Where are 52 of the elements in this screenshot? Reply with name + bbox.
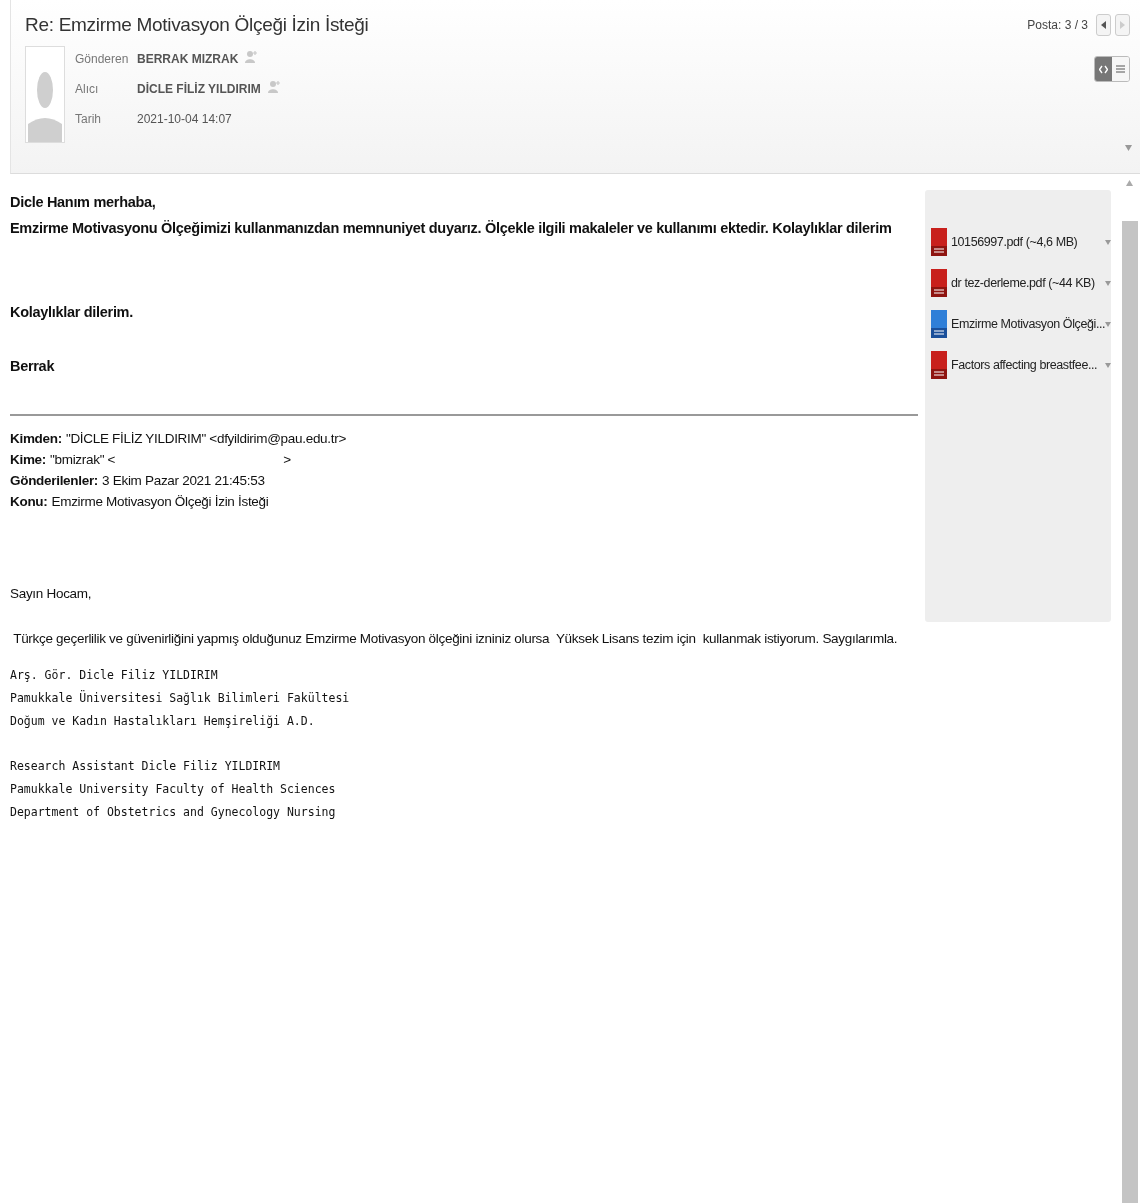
signature-text: Berrak [10,358,56,374]
expand-icon[interactable] [1125,145,1132,151]
add-contact-icon[interactable] [266,80,281,94]
field-label: Gönderen [75,51,130,66]
quoted-greeting: Sayın Hocam, [10,586,93,601]
field-label: Tarih [75,111,102,126]
attachment-link[interactable]: dr tez-derleme.pdf (~44 KB) [951,276,1101,290]
field-value: DİCLE FİLİZ YILDIRIM [137,81,261,96]
dropdown-icon[interactable] [1105,239,1111,245]
quoted-header-value: 3 Ekim Pazar 2021 21:45:53 [102,472,265,490]
attachment-link[interactable]: Factors affecting breastfee... [951,358,1101,372]
field-value: 2021-10-04 14:07 [137,111,232,126]
quoted-header-label: Kimden: [10,430,62,448]
dropdown-icon[interactable] [1105,280,1111,286]
signature-line: Pamukkale University Faculty of Health Sciences [10,781,337,798]
signature-line: Research Assistant Dicle Filiz YILDIRIM [10,758,282,775]
code-icon [1099,64,1108,74]
html-view-button[interactable] [1095,57,1112,81]
previous-button[interactable] [1096,14,1111,36]
quoted-header-value: > [283,451,291,469]
pdf-file-icon [931,351,947,379]
lines-icon [1116,64,1125,74]
message-text: Emzirme Motivasyonu Ölçeğimizi kullanmanızdan memnuniyet duyarız. Ölçekle ilgili makaleler ve kullanımı ektedir. Kolaylıklar dilerim [10,220,893,236]
dropdown-icon[interactable] [1105,321,1111,327]
quoted-header-value: Emzirme Motivasyon Ölçeği İzin İsteği [51,493,269,511]
dropdown-icon[interactable] [1105,362,1111,368]
field-value: BERRAK MIZRAK [137,51,239,66]
left-triangle-icon [1101,21,1106,29]
quoted-header-label: Konu: [10,493,48,511]
signature-line: Arş. Gör. Dicle Filiz YILDIRIM [10,667,219,684]
quoted-header-label: Gönderilenler: [10,472,99,490]
quoted-message: Türkçe geçerlilik ve güvenirliğini yapmış olduğunuz Emzirme Motivasyon ölçeğini izniniz olursa Yüksek Lisans tezim için kullanmak istiyorum. Saygılarımla. [12,631,899,646]
document-file-icon [931,310,947,338]
pdf-file-icon [931,269,947,297]
pdf-file-icon [931,228,947,256]
quoted-header-value: "bmizrak" < [50,451,116,469]
quoted-header-value: "DİCLE FİLİZ YILDIRIM" <dfyildirim@pau.edu.tr> [65,430,346,448]
field-label: Alıcı [75,81,100,96]
right-triangle-icon [1120,21,1125,29]
message-counter: Posta: 3 / 3 [1027,18,1088,32]
attachment-link[interactable]: 10156997.pdf (~4,6 MB) [951,235,1101,249]
signature-line: Pamukkale Üniversitesi Sağlık Bilimleri Fakültesi [10,689,351,707]
signature-line: Department of Obstetrics and Gynecology Nursing [10,804,337,821]
greeting-text: Dicle Hanım merhaba, [10,194,157,210]
closing-text: Kolaylıklar dilerim. [10,304,134,320]
message-subject: Re: Emzirme Motivasyon Ölçeği İzin İsteği [25,14,370,36]
quoted-header-label: Kime: [10,451,46,469]
scroll-up-icon[interactable] [1126,180,1133,186]
signature-line: Doğum ve Kadın Hastalıkları Hemşireliği A.D. [10,713,316,730]
add-contact-icon[interactable] [244,50,259,64]
text-view-button[interactable] [1112,57,1129,81]
avatar-icon [25,46,65,143]
